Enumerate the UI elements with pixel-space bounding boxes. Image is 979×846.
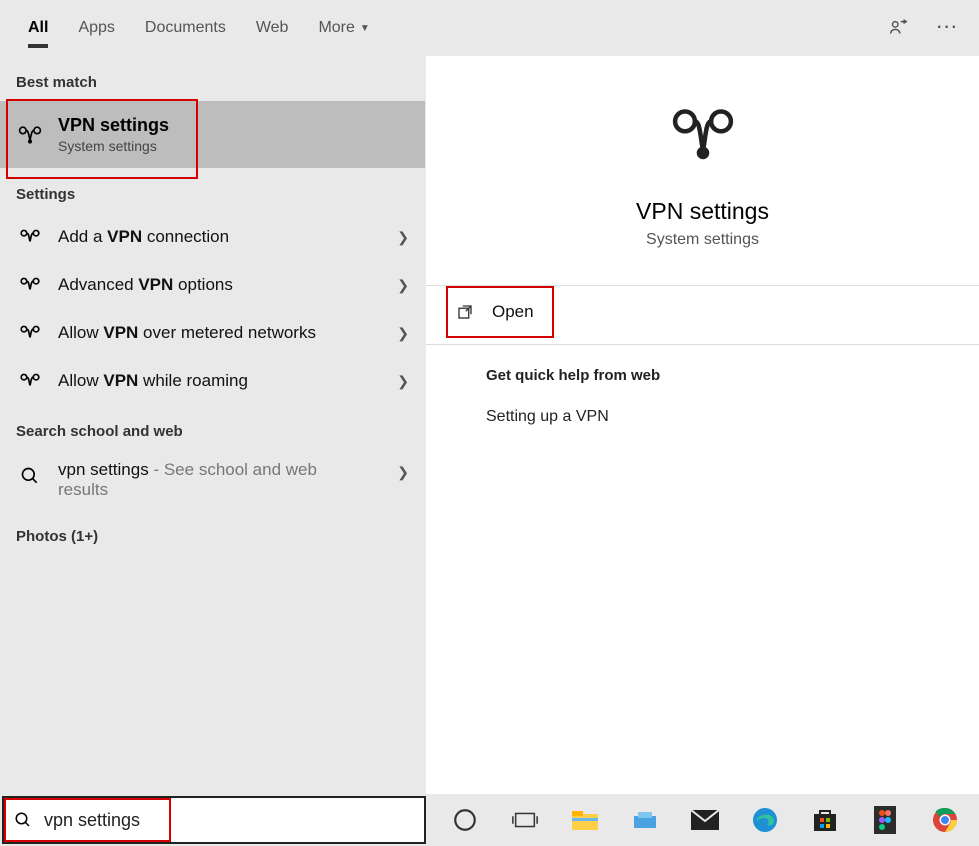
search-icon — [16, 462, 44, 490]
options-icon[interactable]: ··· — [937, 19, 959, 37]
vpn-icon — [16, 223, 44, 251]
web-search-label: vpn settings - See school and web result… — [58, 460, 389, 500]
tab-more[interactable]: More ▼ — [318, 0, 369, 56]
preview-pane: VPN settings System settings Open Get qu… — [425, 56, 979, 794]
highlight-marker — [6, 99, 198, 179]
search-icon — [14, 811, 32, 829]
tab-web[interactable]: Web — [256, 0, 289, 56]
tab-apps[interactable]: Apps — [78, 0, 114, 56]
chevron-right-icon: ❯ — [397, 325, 409, 342]
highlight-marker — [446, 286, 554, 338]
quick-help-section: Get quick help from web — [426, 345, 979, 394]
chrome-icon[interactable] — [928, 803, 962, 837]
search-input[interactable] — [44, 810, 364, 831]
setting-vpn-roaming[interactable]: Allow VPN while roaming ❯ — [0, 357, 425, 405]
setting-label: Add a VPN connection — [58, 227, 389, 247]
results-pane: Best match VPN settings System settings … — [0, 56, 425, 794]
chevron-right-icon: ❯ — [397, 229, 409, 246]
search-web-header: Search school and web — [0, 405, 425, 450]
preview-subtitle: System settings — [456, 231, 949, 249]
cortana-icon[interactable] — [448, 803, 482, 837]
preview-title: VPN settings — [456, 198, 949, 225]
main-content: Best match VPN settings System settings … — [0, 56, 979, 794]
filter-tabs: All Apps Documents Web More ▼ ··· — [0, 0, 979, 56]
edge-icon[interactable] — [748, 803, 782, 837]
photos-header[interactable]: Photos (1+) — [0, 510, 425, 555]
chevron-right-icon: ❯ — [397, 277, 409, 294]
store-icon[interactable] — [808, 803, 842, 837]
feedback-icon[interactable] — [887, 17, 909, 39]
taskbar-apps — [448, 803, 962, 837]
setting-advanced-vpn[interactable]: Advanced VPN options ❯ — [0, 261, 425, 309]
quick-help-header: Get quick help from web — [486, 367, 919, 384]
tab-documents[interactable]: Documents — [145, 0, 226, 56]
setting-label: Allow VPN over metered networks — [58, 323, 389, 343]
chevron-right-icon: ❯ — [397, 373, 409, 390]
best-match-header: Best match — [0, 56, 425, 101]
quick-help-link[interactable]: Setting up a VPN — [426, 394, 979, 440]
file-explorer-icon[interactable] — [568, 803, 602, 837]
preview-header: VPN settings System settings — [426, 76, 979, 279]
tab-all[interactable]: All — [28, 0, 48, 56]
chevron-down-icon: ▼ — [360, 23, 370, 34]
vpn-icon — [16, 319, 44, 347]
top-right-actions: ··· — [887, 0, 959, 56]
vpn-icon — [667, 106, 739, 178]
vpn-icon — [16, 271, 44, 299]
mail-icon[interactable] — [688, 803, 722, 837]
setting-label: Advanced VPN options — [58, 275, 389, 295]
tab-more-label: More — [318, 19, 354, 37]
figma-icon[interactable] — [868, 803, 902, 837]
taskbar-search[interactable] — [2, 796, 426, 844]
setting-vpn-metered[interactable]: Allow VPN over metered networks ❯ — [0, 309, 425, 357]
setting-add-vpn[interactable]: Add a VPN connection ❯ — [0, 213, 425, 261]
vpn-icon — [16, 367, 44, 395]
app-icon[interactable] — [628, 803, 662, 837]
task-view-icon[interactable] — [508, 803, 542, 837]
setting-label: Allow VPN while roaming — [58, 371, 389, 391]
web-search-result[interactable]: vpn settings - See school and web result… — [0, 450, 425, 510]
chevron-right-icon: ❯ — [397, 464, 409, 481]
taskbar — [0, 794, 979, 846]
